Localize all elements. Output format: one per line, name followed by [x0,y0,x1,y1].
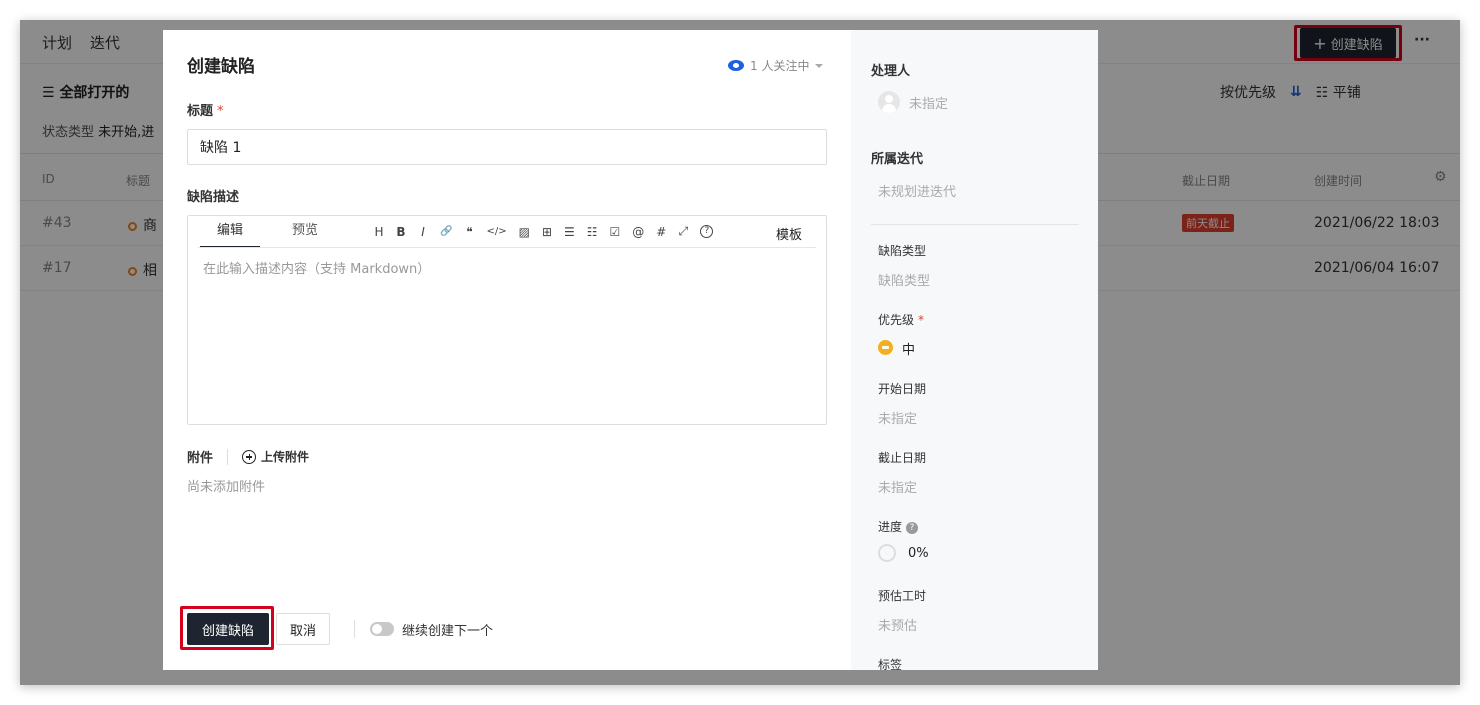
modal-main: 创建缺陷 1 人关注中 标题 * 缺陷 1 缺陷描述 编辑 预览 H B I 🔗… [163,30,851,670]
progress-ring-icon [878,544,896,562]
fullscreen-icon[interactable]: ⤢ [678,224,689,239]
iteration-label: 所属迭代 [871,152,924,167]
cancel-button[interactable]: 取消 [276,613,330,645]
checkbox-icon[interactable]: ☑ [610,225,621,239]
plus-circle-icon [242,449,257,464]
create-defect-modal: 创建缺陷 1 人关注中 标题 * 缺陷 1 缺陷描述 编辑 预览 H B I 🔗… [163,30,1098,670]
assignee-value[interactable]: 未指定 [909,93,948,112]
template-button[interactable]: 模板 [776,224,802,243]
estimate-value[interactable]: 未预估 [878,615,917,634]
assignee-label: 处理人 [871,64,911,79]
watchers-dropdown[interactable]: 1 人关注中 [728,57,824,74]
progress-label: 进度? [878,518,919,535]
image-icon[interactable]: ▨ [519,225,530,239]
editor-toolbar: H B I 🔗 ❝ </> ▨ ⊞ ☰ ☷ ☑ @ # ⤢ ? [374,224,714,239]
defect-type-label: 缺陷类型 [878,244,927,258]
modal-sidebar: 处理人 未指定 所属迭代 未规划进迭代 缺陷类型 缺陷类型 优先级 * 中 开始日… [851,30,1098,670]
editor-divider [198,247,816,248]
due-date-label: 截止日期 [878,451,927,465]
unordered-list-icon[interactable]: ☷ [587,225,598,239]
code-icon[interactable]: </> [486,226,506,237]
hashtag-icon[interactable]: # [656,225,666,239]
progress-value[interactable]: 0% [908,546,929,561]
app-window: 计划 迭代 + 创建缺陷 ··· ☰ 全部打开的 状态类型 未开始,进 按优先级… [20,20,1460,685]
attachment-label: 附件 [187,451,214,466]
editor-tabs: 编辑 预览 [200,216,350,248]
highlight-box [180,606,274,650]
description-label: 缺陷描述 [187,190,240,205]
attachment-empty-text: 尚未添加附件 [187,480,266,495]
continue-create-label: 继续创建下一个 [402,624,494,639]
start-date-label: 开始日期 [878,382,927,396]
watchers-label: 1 人关注中 [750,59,810,73]
ordered-list-icon[interactable]: ☰ [564,225,575,239]
help-icon[interactable]: ? [906,521,919,534]
chevron-down-icon [815,63,824,68]
heading-icon[interactable]: H [374,225,384,239]
priority-label: 优先级 * [878,313,925,327]
defect-type-value[interactable]: 缺陷类型 [878,270,930,289]
divider [354,620,355,638]
title-input[interactable]: 缺陷 1 [187,129,827,165]
priority-medium-icon [878,340,893,355]
markdown-editor: 编辑 预览 H B I 🔗 ❝ </> ▨ ⊞ ☰ ☷ ☑ @ # ⤢ ? 模板… [187,215,827,425]
continue-create-toggle[interactable] [370,622,394,636]
estimate-label: 预估工时 [878,589,927,603]
upload-label: 上传附件 [261,450,310,464]
sidebar-divider [871,224,1079,225]
bold-icon[interactable]: B [396,225,406,239]
tab-preview[interactable]: 预览 [260,216,350,248]
iteration-value[interactable]: 未规划进迭代 [878,181,956,200]
tab-edit[interactable]: 编辑 [200,216,260,248]
due-date-value[interactable]: 未指定 [878,477,917,496]
title-input-value: 缺陷 1 [200,140,242,156]
quote-icon[interactable]: ❝ [464,225,474,239]
modal-title: 创建缺陷 [187,57,255,77]
attachment-row: 附件 上传附件 [187,447,309,466]
italic-icon[interactable]: I [418,225,428,239]
upload-attachment-button[interactable]: 上传附件 [242,448,309,465]
start-date-value[interactable]: 未指定 [878,408,917,427]
required-mark: * [217,104,224,119]
mention-icon[interactable]: @ [632,225,644,239]
tags-label: 标签 [878,658,903,670]
table-icon[interactable]: ⊞ [542,225,552,239]
eye-icon [728,60,744,71]
title-field-label: 标题 * [187,104,224,119]
avatar[interactable] [878,91,900,113]
priority-value[interactable]: 中 [902,339,915,358]
description-textarea[interactable]: 在此输入描述内容（支持 Markdown） [203,258,430,277]
link-icon[interactable]: 🔗 [440,226,452,237]
divider [227,448,229,465]
help-icon[interactable]: ? [700,225,714,238]
